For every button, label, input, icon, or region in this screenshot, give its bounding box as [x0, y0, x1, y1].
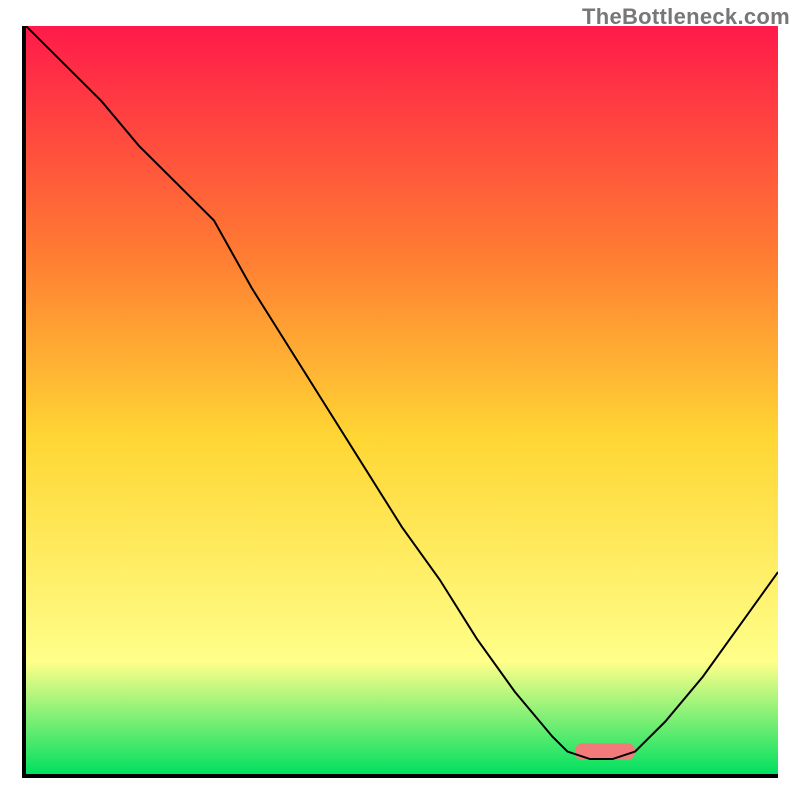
- plot-svg: [26, 26, 778, 774]
- plot-area: [26, 26, 778, 774]
- gradient-background: [26, 26, 778, 774]
- plot-frame: [22, 26, 778, 778]
- watermark-text: TheBottleneck.com: [582, 4, 790, 30]
- chart-container: TheBottleneck.com: [0, 0, 800, 800]
